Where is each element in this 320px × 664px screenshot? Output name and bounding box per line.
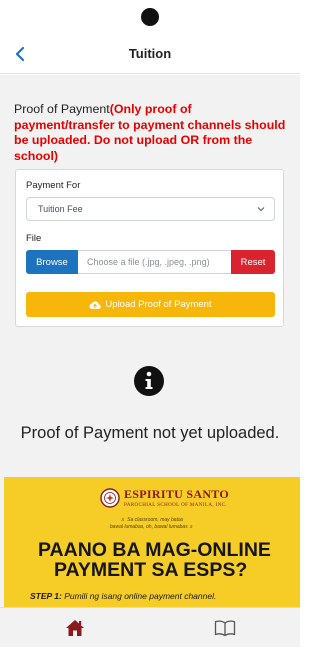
home-icon: [66, 619, 84, 636]
book-icon: [214, 620, 236, 636]
step-label: STEP 1:: [30, 591, 62, 601]
step-text: Pumili ng isang online payment channel.: [64, 591, 217, 601]
payment-for-value: Tuition Fee: [38, 204, 83, 214]
payment-for-label: Payment For: [26, 180, 81, 191]
proof-status-message: Proof of Payment not yet uploaded.: [20, 424, 280, 442]
nav-book[interactable]: [150, 608, 300, 647]
payment-for-select[interactable]: Tuition Fee: [26, 197, 275, 221]
upload-proof-label: Upload Proof of Payment: [105, 299, 212, 310]
school-subtitle: PAROCHIAL SCHOOL OF MANILA, INC.: [124, 503, 228, 508]
proof-heading: Proof of Payment(Only proof of payment/t…: [14, 102, 290, 164]
camera-cutout: [141, 8, 159, 26]
back-button[interactable]: [9, 42, 31, 66]
chevron-down-icon: [257, 207, 265, 212]
banner-tagline-2: bawal lumabas, oh, bawal lumabas ♬: [109, 524, 195, 530]
file-picker: Browse Choose a file (.jpg, .jpeg, .png)…: [26, 250, 275, 274]
school-seal-icon: [100, 487, 120, 508]
info-circle-icon: [134, 366, 164, 396]
banner-tagline-1: ♬ Sa classroom, may batas: [120, 517, 184, 523]
app-header: Tuition: [0, 34, 300, 74]
school-name-block: ESPIRITU SANTO PAROCHIAL SCHOOL OF MANIL…: [124, 487, 229, 508]
status-bar: [0, 0, 300, 34]
reset-button[interactable]: Reset: [231, 250, 275, 274]
banner-headline: PAANO BA MAG-ONLINE PAYMENT SA ESPS?: [4, 540, 300, 580]
school-name: ESPIRITU SANTO: [124, 487, 230, 501]
browse-button[interactable]: Browse: [26, 250, 78, 274]
upload-proof-button[interactable]: Upload Proof of Payment: [26, 292, 275, 317]
chevron-left-icon: [15, 46, 25, 62]
main-content: Proof of Payment(Only proof of payment/t…: [0, 75, 300, 607]
nav-home[interactable]: [0, 608, 150, 647]
file-label: File: [26, 233, 42, 244]
page-title: Tuition: [128, 46, 172, 61]
banner-step-1: STEP 1: Pumili ng isang online payment c…: [30, 591, 216, 601]
cloud-upload-icon: [89, 301, 102, 309]
gesture-bar: [0, 647, 300, 664]
banner-headline-line-1: PAANO BA MAG-ONLINE: [38, 539, 271, 561]
file-input[interactable]: Choose a file (.jpg, .jpeg, .png): [78, 250, 231, 274]
banner-headline-line-2: PAYMENT SA ESPS?: [54, 559, 248, 581]
school-logo: ESPIRITU SANTO PAROCHIAL SCHOOL OF MANIL…: [100, 487, 229, 508]
proof-heading-label: Proof of Payment: [14, 102, 110, 116]
upload-form-card: Payment For Tuition Fee File Browse Choo…: [15, 169, 284, 327]
payment-guide-banner[interactable]: ESPIRITU SANTO PAROCHIAL SCHOOL OF MANIL…: [4, 477, 300, 607]
bottom-nav: [0, 607, 300, 647]
